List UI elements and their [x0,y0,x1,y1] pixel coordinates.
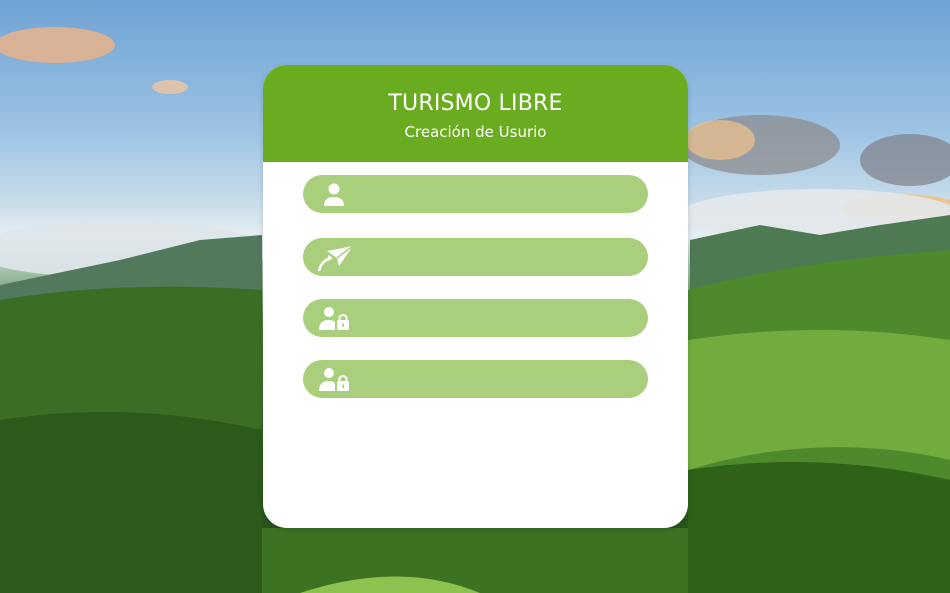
email-input[interactable] [359,244,634,270]
user-lock-icon [317,365,351,393]
email-field[interactable] [303,238,648,276]
page-subtitle: Creación de Usurio [404,123,547,141]
password-field[interactable] [303,299,648,337]
signup-card: TURISMO LIBRE Creación de Usurio [263,65,688,528]
user-lock-icon [317,304,351,332]
username-field[interactable] [303,175,648,213]
paper-plane-icon [317,243,354,272]
password-input[interactable] [359,305,634,331]
confirm-password-input[interactable] [359,366,634,392]
background-landscape: TURISMO LIBRE Creación de Usurio [0,0,950,593]
card-header: TURISMO LIBRE Creación de Usurio [263,65,688,162]
username-input[interactable] [359,181,634,207]
app-title: TURISMO LIBRE [388,91,563,116]
user-icon [317,180,351,208]
confirm-password-field[interactable] [303,360,648,398]
